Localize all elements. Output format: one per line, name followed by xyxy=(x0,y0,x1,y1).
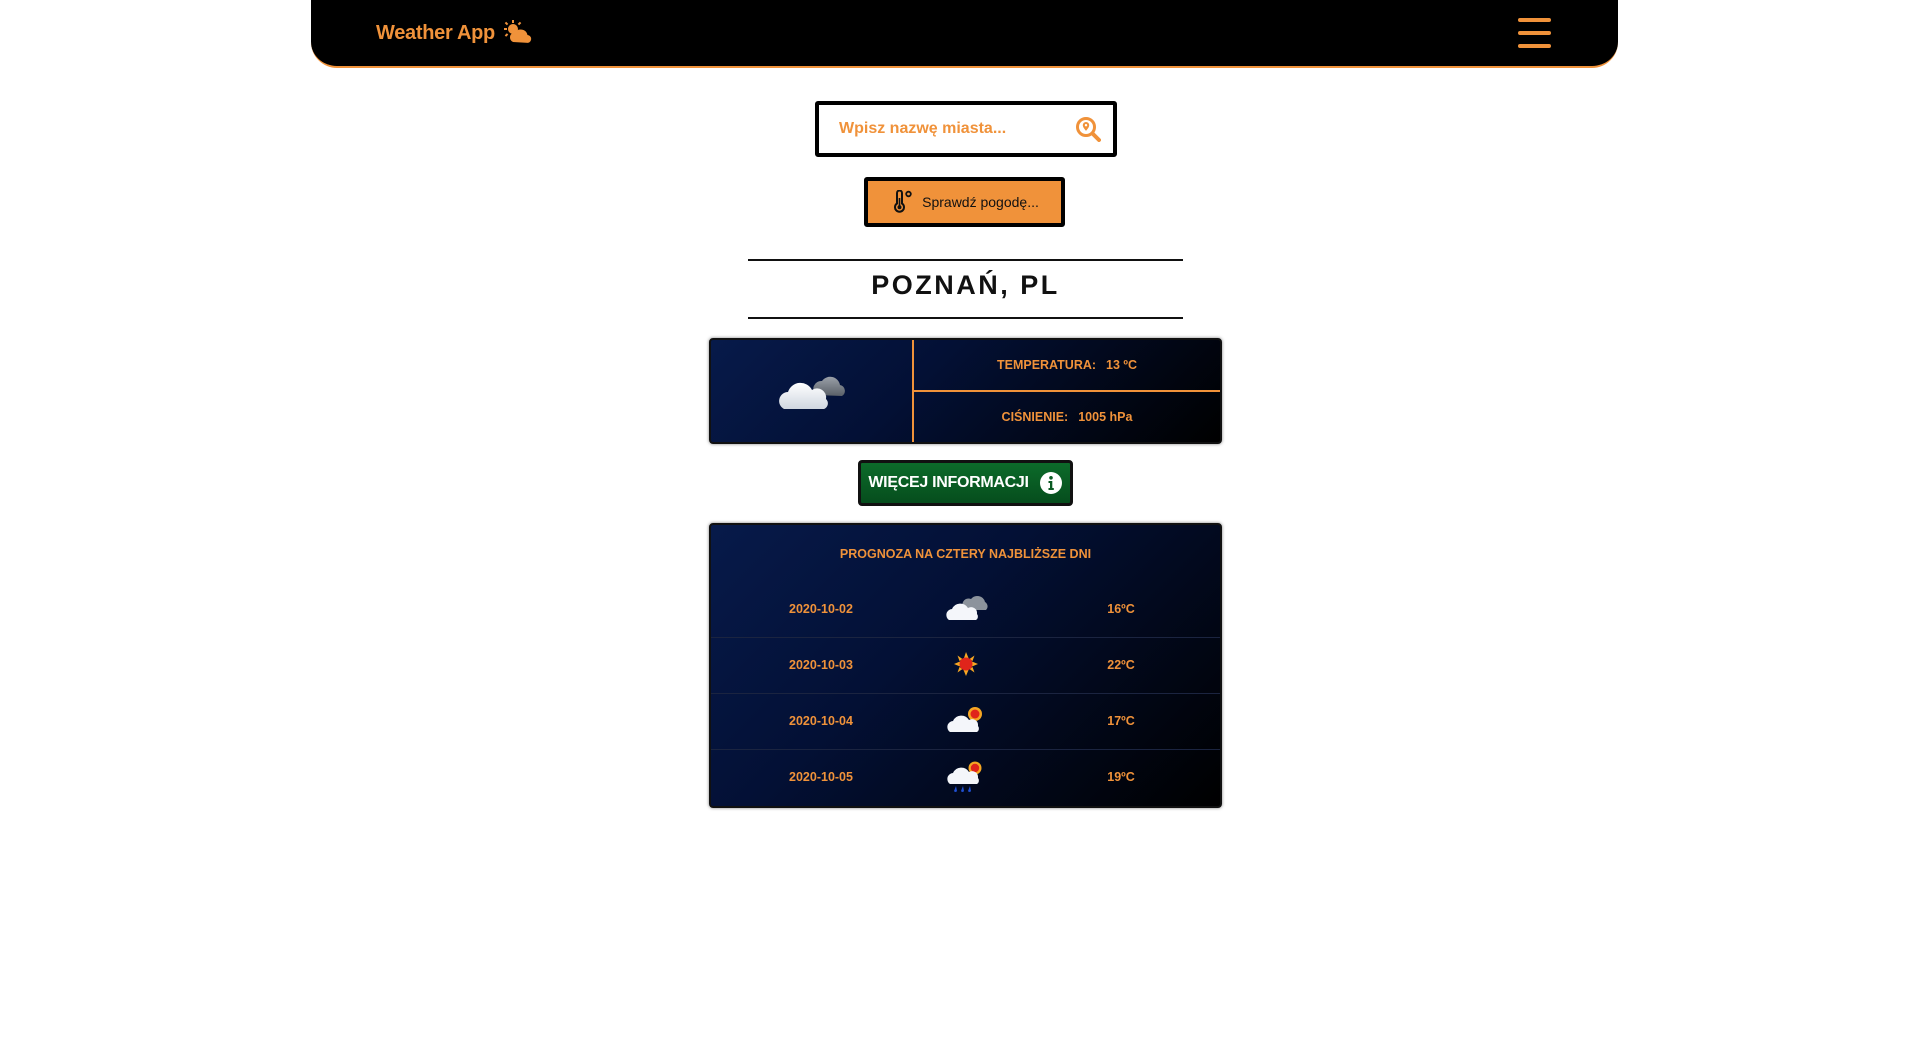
current-icon-cell xyxy=(711,340,914,442)
partly-cloudy-icon xyxy=(947,707,982,732)
navbar: Weather App xyxy=(311,0,1618,68)
cloudy-icon xyxy=(778,376,845,409)
temperature-label: TEMPERATURA: xyxy=(996,358,1097,372)
search-box xyxy=(815,101,1117,157)
more-info-button[interactable]: WIĘCEJ INFORMACJI xyxy=(858,460,1073,506)
menu-line xyxy=(1518,31,1551,35)
forecast-temp: 22ºC xyxy=(1107,658,1135,672)
forecast-date: 2020-10-03 xyxy=(789,658,853,672)
forecast-date: 2020-10-02 xyxy=(789,602,853,616)
pressure-row: CIŚNIENIE: 1005 hPa xyxy=(914,392,1220,442)
pressure-value: 1005 hPa xyxy=(1078,410,1133,424)
current-weather-panel: TEMPERATURA: 13 ºC CIŚNIENIE: 1005 hPa xyxy=(709,338,1222,444)
forecast-date: 2020-10-04 xyxy=(789,714,853,728)
cloudy-icon xyxy=(946,595,988,620)
hamburger-menu-icon[interactable] xyxy=(1518,18,1551,48)
search-input[interactable] xyxy=(819,105,1069,153)
sun-cloud-icon xyxy=(503,20,532,43)
sun-icon xyxy=(954,652,978,676)
check-weather-label: Sprawdź pogodę... xyxy=(922,194,1039,210)
forecast-date: 2020-10-05 xyxy=(789,770,853,784)
thermometer-icon xyxy=(894,190,912,213)
forecast-temp: 17ºC xyxy=(1107,714,1135,728)
more-info-label: WIĘCEJ INFORMACJI xyxy=(868,474,1029,491)
forecast-row: 2020-10-03 22ºC xyxy=(711,638,1220,694)
forecast-row: 2020-10-04 17ºC xyxy=(711,694,1220,750)
check-weather-button[interactable]: Sprawdź pogodę... xyxy=(864,177,1065,227)
city-divider-top xyxy=(748,259,1183,261)
menu-line xyxy=(1518,18,1551,22)
forecast-temp: 16ºC xyxy=(1107,602,1135,616)
brand[interactable]: Weather App xyxy=(376,20,533,46)
temperature-row: TEMPERATURA: 13 ºC xyxy=(914,340,1220,392)
forecast-title: PROGNOZA NA CZTERY NAJBLIŻSZE DNI xyxy=(839,547,1092,561)
search-location-icon[interactable] xyxy=(1075,116,1101,142)
rain-sun-icon xyxy=(947,761,982,793)
forecast-row: 2020-10-05 19ºC xyxy=(711,750,1220,805)
forecast-row: 2020-10-02 16ºC xyxy=(711,582,1220,638)
city-divider-bottom xyxy=(748,317,1183,319)
brand-title: Weather App xyxy=(376,21,495,44)
city-name: POZNAŃ, PL xyxy=(871,270,1060,300)
menu-line xyxy=(1518,44,1551,48)
temperature-value: 13 ºC xyxy=(1106,358,1138,372)
forecast-panel: PROGNOZA NA CZTERY NAJBLIŻSZE DNI 2020-1… xyxy=(709,523,1222,808)
pressure-label: CIŚNIENIE: xyxy=(1001,410,1069,424)
info-icon xyxy=(1039,472,1062,494)
forecast-temp: 19ºC xyxy=(1107,770,1135,784)
